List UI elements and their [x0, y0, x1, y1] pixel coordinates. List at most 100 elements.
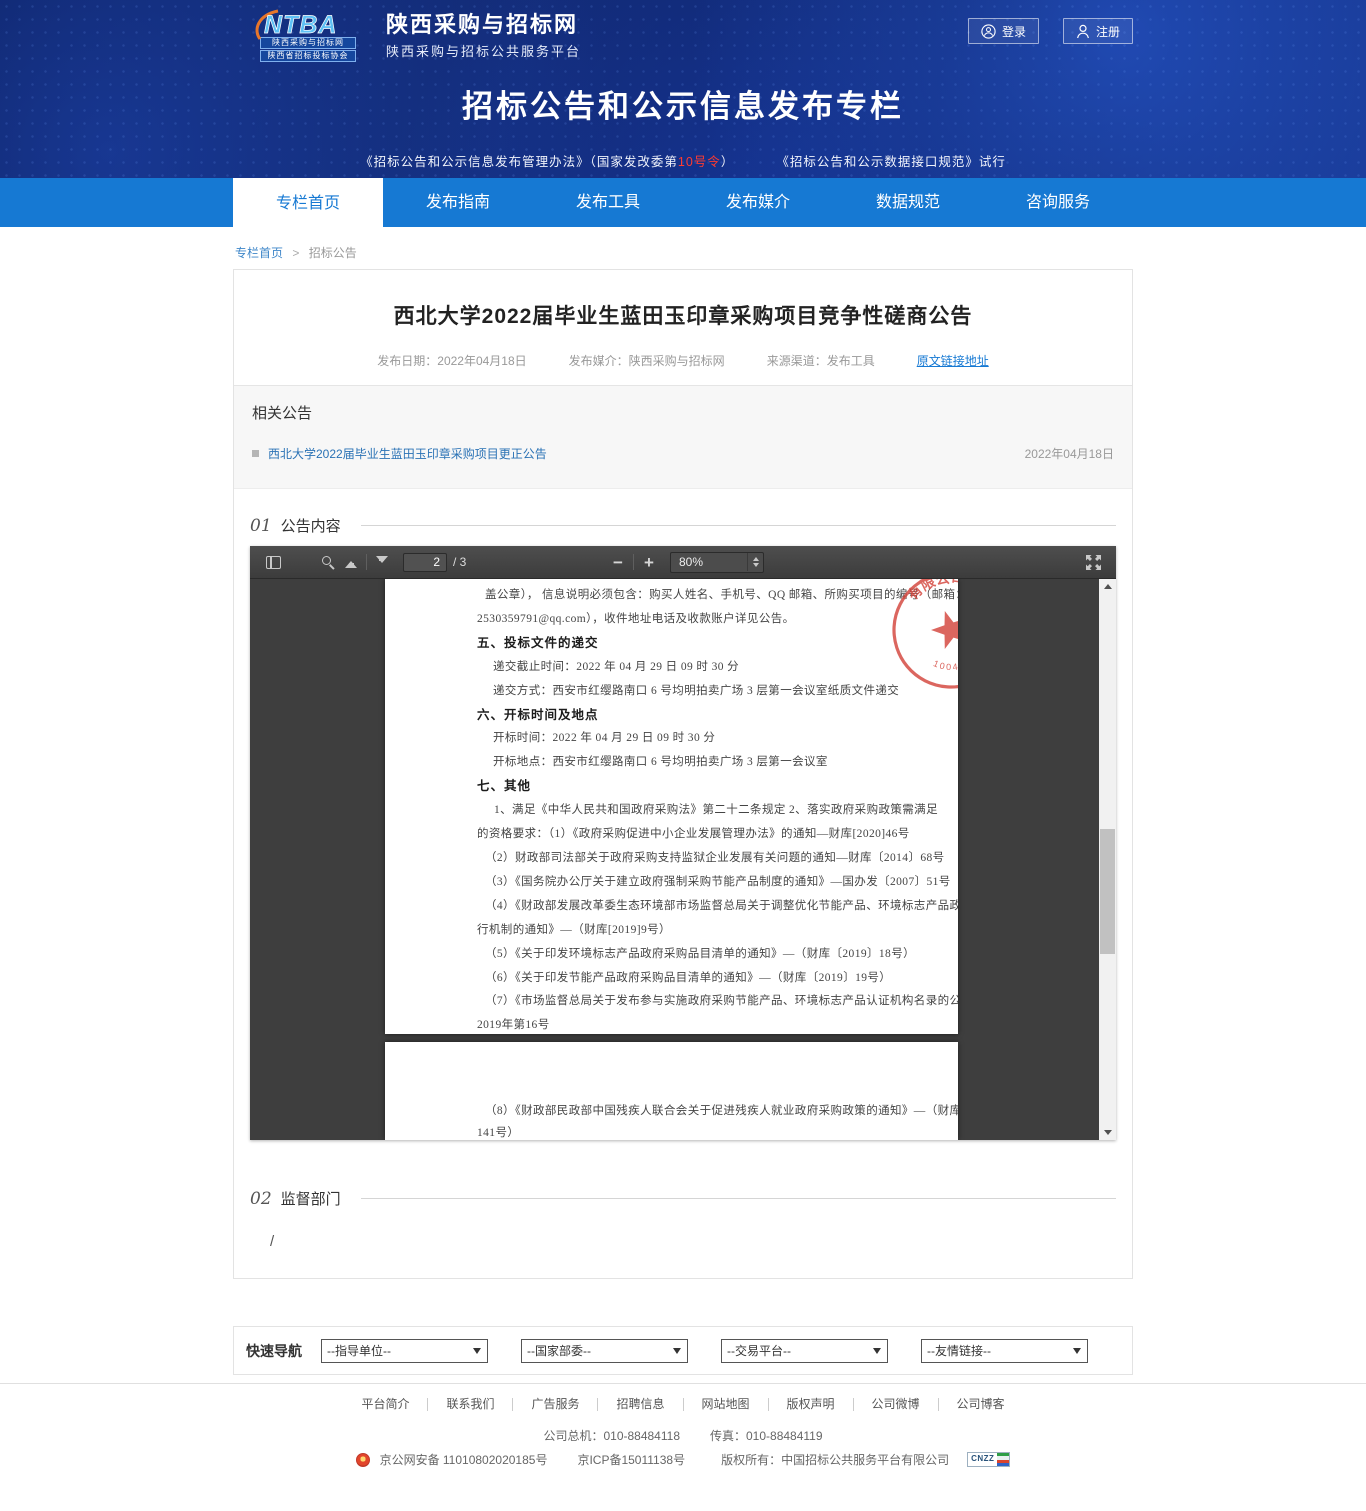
sidebar-icon: [266, 556, 281, 569]
fullscreen-icon: [1086, 555, 1101, 570]
select-arrows-icon: [747, 553, 763, 571]
login-button[interactable]: 登录: [968, 18, 1039, 44]
breadcrumb-home-link[interactable]: 专栏首页: [235, 246, 283, 260]
pdf-toolbar: / 3 − + 80%: [250, 546, 1116, 579]
tab-column-home[interactable]: 专栏首页: [233, 178, 383, 233]
national-ministries-select[interactable]: --国家部委--: [521, 1339, 688, 1363]
public-security-filing: 京公网安备 11010802020185号: [380, 1451, 548, 1468]
footer-link[interactable]: 公司博客: [939, 1398, 1023, 1411]
page-number-input[interactable]: [403, 553, 447, 572]
presentation-mode-button[interactable]: [1080, 550, 1106, 574]
site-subtitle: 陕西采购与招标公共服务平台: [386, 41, 581, 60]
document-text-line: （5）《关于印发环境标志产品政府采购品目清单的通知》—（财库〔2019〕18号）: [477, 943, 938, 967]
tab-consult-service[interactable]: 咨询服务: [983, 178, 1133, 227]
zoom-level-value: 80%: [671, 555, 747, 569]
section-divider-line: [361, 525, 1116, 526]
cnzz-stripes-icon: [997, 1453, 1009, 1466]
register-button[interactable]: 注册: [1063, 18, 1133, 44]
related-heading: 相关公告: [252, 402, 1114, 423]
pdf-content-area[interactable]: 盖公章）， 信息说明必须包含：购买人姓名、手机号、QQ 邮箱、所购买项目的编号（…: [250, 579, 1116, 1140]
breadcrumb-current: 招标公告: [309, 246, 357, 260]
toolbar-separator: [366, 554, 367, 570]
document-text-line: （2）财政部司法部关于政府采购支持监狱企业发展有关问题的通知—财库〔2014〕6…: [477, 847, 938, 871]
logo-ribbon-2: 陕西省招标投标协会: [260, 50, 356, 62]
friendly-links-select[interactable]: --友情链接--: [921, 1339, 1088, 1363]
article-title: 西北大学2022届毕业生蓝田玉印章采购项目竞争性磋商公告: [264, 300, 1102, 330]
footer-link[interactable]: 版权声明: [769, 1398, 854, 1411]
document-text-line: 1、满足《中华人民共和国政府采购法》第二十二条规定 2、落实政府采购政策需满足: [477, 799, 938, 823]
pdf-viewer: / 3 − + 80%: [250, 546, 1116, 1140]
footer-link[interactable]: 联系我们: [428, 1398, 513, 1411]
red-seal-stamp-icon: 有限公司 100460145: [886, 579, 958, 695]
site-footer: 平台简介联系我们广告服务招聘信息网站地图版权声明公司微博公司博客 公司总机：01…: [0, 1383, 1366, 1468]
previous-page-button[interactable]: [338, 550, 364, 574]
guide-unit-select[interactable]: --指导单位--: [321, 1339, 488, 1363]
related-item-date: 2022年04月18日: [1025, 445, 1114, 462]
source-channel: 来源渠道：发布工具: [767, 352, 875, 369]
footer-link[interactable]: 平台简介: [343, 1398, 428, 1411]
site-header: NTBA 陕西采购与招标网 陕西省招标投标协会 陕西采购与招标网 陕西采购与招标…: [0, 0, 1366, 178]
site-logo[interactable]: NTBA 陕西采购与招标网 陕西省招标投标协会 陕西采购与招标网 陕西采购与招标…: [250, 8, 581, 63]
document-text-line: （8）《财政部民政部中国残疾人联合会关于促进残疾人就业政府采购政策的通知》—（财…: [477, 1100, 938, 1122]
footer-link[interactable]: 网站地图: [684, 1398, 769, 1411]
document-text-line: 递交截止时间：2022 年 04 月 29 日 09 时 30 分: [477, 656, 938, 680]
tab-publish-media[interactable]: 发布媒介: [683, 178, 833, 227]
footer-link[interactable]: 广告服务: [513, 1398, 598, 1411]
minus-icon: −: [613, 554, 623, 571]
original-link[interactable]: 原文链接地址: [917, 352, 989, 369]
cnzz-stats-badge[interactable]: CNZZ: [967, 1452, 1010, 1467]
page-count-label: / 3: [453, 555, 466, 569]
login-label: 登录: [1002, 23, 1026, 40]
section-01-number: 01: [250, 516, 272, 536]
next-page-button[interactable]: [369, 550, 395, 574]
sidebar-toggle-button[interactable]: [260, 550, 286, 574]
zoom-level-select[interactable]: 80%: [670, 552, 764, 573]
svg-text:有限公司: 有限公司: [902, 579, 958, 605]
copyright-text: 版权所有：中国招标公共服务平台有限公司: [721, 1451, 949, 1468]
search-icon: [322, 556, 331, 565]
document-text-line: 五、投标文件的递交: [477, 632, 938, 656]
scrollbar-thumb[interactable]: [1100, 829, 1115, 954]
zoom-out-button[interactable]: −: [605, 550, 631, 574]
trading-platform-select[interactable]: --交易平台--: [721, 1339, 888, 1363]
toolbar-separator: [633, 554, 634, 570]
footer-link[interactable]: 招聘信息: [598, 1398, 683, 1411]
related-item-link[interactable]: 西北大学2022届毕业生蓝田玉印章采购项目更正公告: [268, 445, 547, 462]
footer-link[interactable]: 公司微博: [854, 1398, 939, 1411]
zoom-in-button[interactable]: +: [636, 550, 662, 574]
square-bullet-icon: [252, 450, 259, 457]
banner-subtitle: 《招标公告和公示信息发布管理办法》（国家发改委第10号令）《招标公告和公示数据接…: [0, 151, 1366, 170]
tab-publish-guide[interactable]: 发布指南: [383, 178, 533, 227]
publish-date: 发布日期：2022年04月18日: [377, 352, 526, 369]
document-text-line: 141号）: [477, 1122, 938, 1140]
svg-text:100460145: 100460145: [929, 642, 958, 679]
arrow-up-icon: [344, 555, 358, 569]
find-button[interactable]: [312, 550, 338, 574]
tab-data-standards[interactable]: 数据规范: [833, 178, 983, 227]
footer-contact-row: 公司总机：010-88484118 传真：010-88484119: [0, 1427, 1366, 1444]
quick-nav-label: 快速导航: [246, 1341, 302, 1361]
banner-title: 招标公告和公示信息发布专栏: [0, 81, 1366, 126]
document-text-line: 的资格要求：（1）《政府采购促进中小企业发展管理办法》的通知—财库[2020]4…: [477, 823, 938, 847]
document-text-line: 盖公章）， 信息说明必须包含：购买人姓名、手机号、QQ 邮箱、所购买项目的编号（…: [477, 584, 938, 608]
tab-publish-tools[interactable]: 发布工具: [533, 178, 683, 227]
company-fax: 传真：010-88484119: [710, 1427, 823, 1444]
breadcrumb: 专栏首页 > 招标公告: [233, 244, 1133, 261]
pdf-page-2: 盖公章）， 信息说明必须包含：购买人姓名、手机号、QQ 邮箱、所购买项目的编号（…: [385, 579, 958, 1034]
document-text-line: 2019年第16号: [477, 1014, 938, 1034]
article-panel: 西北大学2022届毕业生蓝田玉印章采购项目竞争性磋商公告 发布日期：2022年0…: [233, 269, 1133, 1279]
section-divider-line: [361, 1198, 1116, 1199]
document-text-line: （4）《财政部发展改革委生态环境部市场监督总局关于调整优化节能产品、环境标志产品…: [477, 895, 938, 919]
document-text-line: （3）《国务院办公厅关于建立政府强制采购节能产品制度的通知》—国办发〔2007〕…: [477, 871, 938, 895]
breadcrumb-separator: >: [292, 246, 299, 260]
user-circle-icon: [981, 24, 996, 39]
scroll-down-arrow[interactable]: [1099, 1125, 1116, 1140]
scroll-up-arrow[interactable]: [1099, 579, 1116, 594]
document-text-line: 递交方式：西安市红缨路南口 6 号均明拍卖广场 3 层第一会议室纸质文件递交: [477, 680, 938, 704]
publish-media: 发布媒介：陕西采购与招标网: [569, 352, 725, 369]
logo-ribbon-1: 陕西采购与招标网: [260, 37, 356, 49]
document-text-line: 六、开标时间及地点: [477, 704, 938, 728]
red-decree-number: 10号令: [678, 155, 721, 169]
pdf-scrollbar[interactable]: [1099, 579, 1116, 1140]
plus-icon: +: [644, 554, 654, 571]
